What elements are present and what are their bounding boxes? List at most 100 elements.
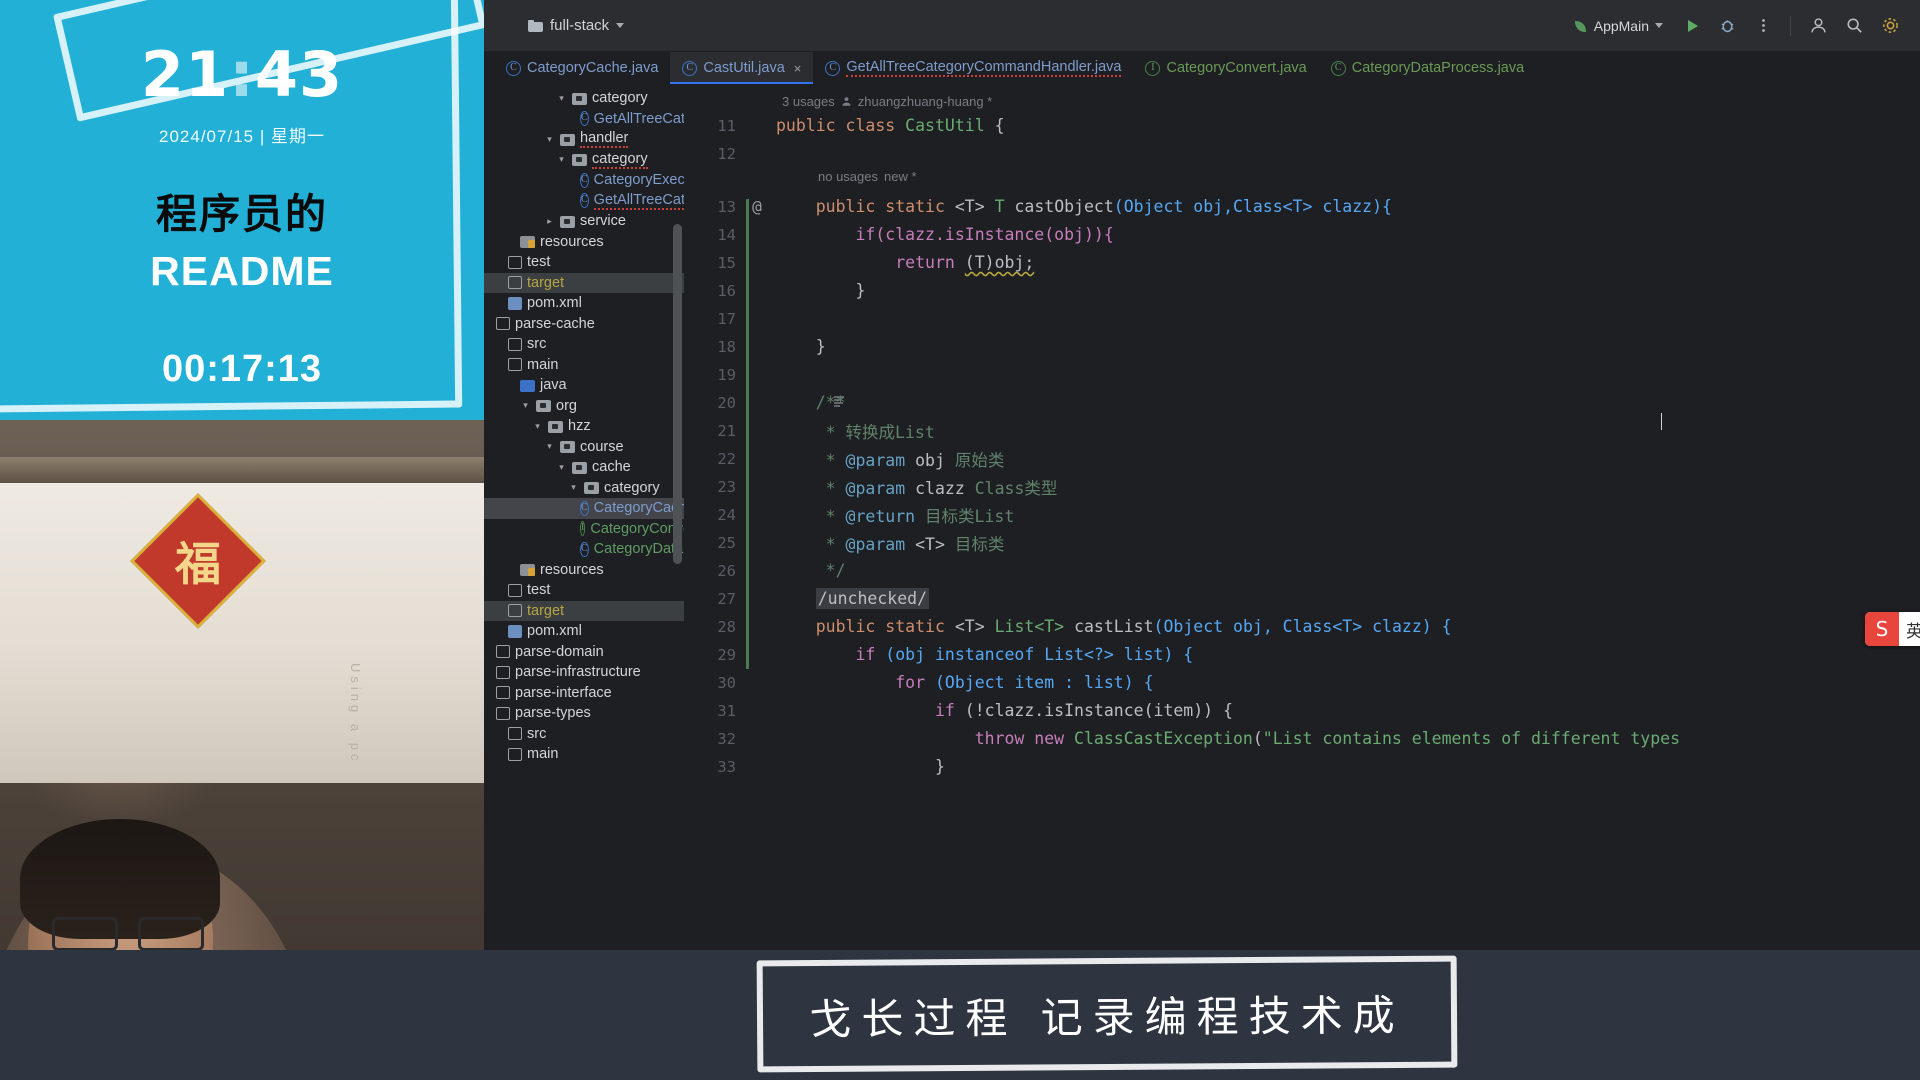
tree-node-category-data-process[interactable]: C CategoryDataProcess: [484, 539, 684, 560]
code-editor[interactable]: 3 usages zhuangzhuang-huang * 11 public …: [684, 84, 1920, 1044]
module-icon: [496, 665, 510, 679]
tree-node-hzz[interactable]: hzz: [484, 416, 684, 437]
tree-node-label: java: [540, 377, 567, 394]
java-class-icon: C: [580, 193, 589, 209]
code-text: if (!clazz.isInstance(item)) {: [768, 701, 1233, 720]
usages-inlay-hint[interactable]: 3 usages zhuangzhuang-huang *: [782, 94, 992, 109]
tree-node-service[interactable]: service: [484, 211, 684, 232]
tree-node-category-execute-strategy[interactable]: C CategoryExecuteStrategy: [484, 170, 684, 191]
account-button[interactable]: [1802, 10, 1834, 42]
more-actions-button[interactable]: [1747, 10, 1779, 42]
tree-node-label: GetAllTreeCategoryComm: [593, 192, 684, 210]
tree-node-pom-xml[interactable]: pom.xml: [484, 293, 684, 314]
package-icon: [572, 153, 587, 167]
settings-button[interactable]: [1874, 10, 1906, 42]
tree-vertical-scrollbar[interactable]: [673, 224, 682, 564]
tree-node-cache[interactable]: cache: [484, 457, 684, 478]
tree-node-category[interactable]: category: [484, 88, 684, 109]
chevron-right-icon[interactable]: [544, 216, 555, 227]
tree-node-label: GetAllTreeCategoryComm: [593, 110, 684, 127]
tree-node-pom-xml-2[interactable]: pom.xml: [484, 621, 684, 642]
tree-node-main-2[interactable]: main: [484, 744, 684, 765]
line-number: 17: [717, 309, 736, 328]
tree-node-get-all-tree-category-command[interactable]: C GetAllTreeCategoryComm: [484, 109, 684, 130]
project-selector[interactable]: full-stack: [520, 13, 632, 38]
code-line-13: 13 @ public static <T> T castObject(Obje…: [684, 193, 1920, 220]
token-comment: * 转换成List: [825, 422, 935, 442]
code-line-30: 30 for (Object item : list) {: [684, 669, 1920, 696]
line-number: 32: [717, 729, 736, 748]
code-text: return (T)obj;: [768, 253, 1034, 272]
tree-node-label: CategoryCache: [593, 500, 684, 517]
editor-tab-label: CategoryCache.java: [527, 60, 659, 76]
tree-node-src-2[interactable]: src: [484, 724, 684, 745]
screen-recording-frame: full-stack AppMain C CategoryCache.java …: [0, 0, 1920, 1080]
ime-mode-label[interactable]: 英: [1899, 617, 1920, 642]
module-icon: [508, 727, 522, 741]
tree-node-course[interactable]: course: [484, 437, 684, 458]
new-label: new *: [884, 169, 917, 184]
tree-node-resources-2[interactable]: resources: [484, 560, 684, 581]
tree-node-test[interactable]: test: [484, 252, 684, 273]
fu-decoration: 福: [130, 493, 266, 629]
tree-node-src[interactable]: src: [484, 334, 684, 355]
editor-tab-label: CategoryConvert.java: [1166, 60, 1307, 76]
project-tool-window[interactable]: category C GetAllTreeCategoryComm handle…: [484, 84, 684, 1044]
tree-node-target[interactable]: target: [484, 272, 684, 293]
tree-node-org[interactable]: org: [484, 396, 684, 417]
tree-node-get-all-tree-category-command-2[interactable]: C GetAllTreeCategoryComm: [484, 191, 684, 212]
line-number: 18: [717, 337, 736, 356]
tree-node-main[interactable]: main: [484, 355, 684, 376]
tree-node-test-2[interactable]: test: [484, 580, 684, 601]
chevron-down-icon[interactable]: [556, 93, 567, 104]
chevron-down-icon[interactable]: [532, 421, 543, 432]
tree-node-category-2[interactable]: category: [484, 150, 684, 171]
tree-node-handler[interactable]: handler: [484, 129, 684, 150]
tree-node-resources[interactable]: resources: [484, 232, 684, 253]
editor-tab-category-cache[interactable]: C CategoryCache.java: [494, 52, 670, 84]
tree-node-category-cache[interactable]: C CategoryCache: [484, 498, 684, 519]
code-line-14: 14 if(clazz.isInstance(obj)){: [684, 221, 1920, 248]
chevron-down-icon[interactable]: [556, 462, 567, 473]
chevron-down-icon[interactable]: [520, 400, 531, 411]
tree-node-category-3[interactable]: category: [484, 478, 684, 499]
tree-node-parse-interface[interactable]: parse-interface: [484, 683, 684, 704]
chevron-down-icon[interactable]: [568, 482, 579, 493]
editor-tab-category-data-process[interactable]: C CategoryDataProcess.java: [1319, 52, 1536, 84]
subtitle-bar: 戈长过程 记录编程技术成: [0, 950, 1920, 1080]
more-vertical-icon: [1761, 19, 1765, 32]
tree-node-parse-types[interactable]: parse-types: [484, 703, 684, 724]
token-javadoc-tag: @param: [845, 534, 906, 554]
tree-node-target-2[interactable]: target: [484, 600, 684, 621]
ime-indicator[interactable]: S 英: [1865, 612, 1920, 646]
run-configuration-selector[interactable]: AppMain: [1566, 14, 1671, 38]
code-line-32: 32 throw new ClassCastException("List co…: [684, 725, 1920, 752]
tree-node-java[interactable]: java: [484, 375, 684, 396]
chevron-down-icon[interactable]: [544, 134, 555, 145]
tree-node-label: target: [527, 274, 565, 291]
token-brace: }: [855, 281, 866, 300]
tree-node-category-convert[interactable]: I CategoryConvert: [484, 519, 684, 540]
tree-node-label: resources: [540, 233, 604, 250]
close-icon[interactable]: ×: [794, 61, 802, 76]
editor-tab-cast-util[interactable]: C CastUtil.java ×: [670, 52, 814, 84]
code-text: * @param clazz Class类型: [768, 475, 1058, 499]
run-button[interactable]: [1675, 10, 1707, 42]
line-number: 20: [717, 393, 736, 412]
editor-tab-category-convert[interactable]: I CategoryConvert.java: [1133, 52, 1318, 84]
search-button[interactable]: [1838, 10, 1870, 42]
chevron-down-icon[interactable]: [556, 154, 567, 165]
debug-button[interactable]: [1711, 10, 1743, 42]
annotation-gutter-icon[interactable]: @: [746, 197, 768, 216]
editor-tab-get-all-tree-category-command-handler[interactable]: C GetAllTreeCategoryCommandHandler.java: [813, 52, 1133, 84]
token-throw-new: throw new: [974, 729, 1065, 748]
no-usages-inlay-hint[interactable]: no usages new *: [818, 169, 917, 184]
tree-node-parse-domain[interactable]: parse-domain: [484, 642, 684, 663]
tree-node-parse-cache[interactable]: parse-cache: [484, 314, 684, 335]
wall-panel: 福 Using a pc: [0, 483, 484, 783]
tree-node-label: category: [592, 90, 648, 107]
chevron-down-icon[interactable]: [544, 441, 555, 452]
java-class-icon: C: [506, 60, 521, 76]
tree-node-parse-infrastructure[interactable]: parse-infrastructure: [484, 662, 684, 683]
module-icon: [508, 276, 522, 290]
